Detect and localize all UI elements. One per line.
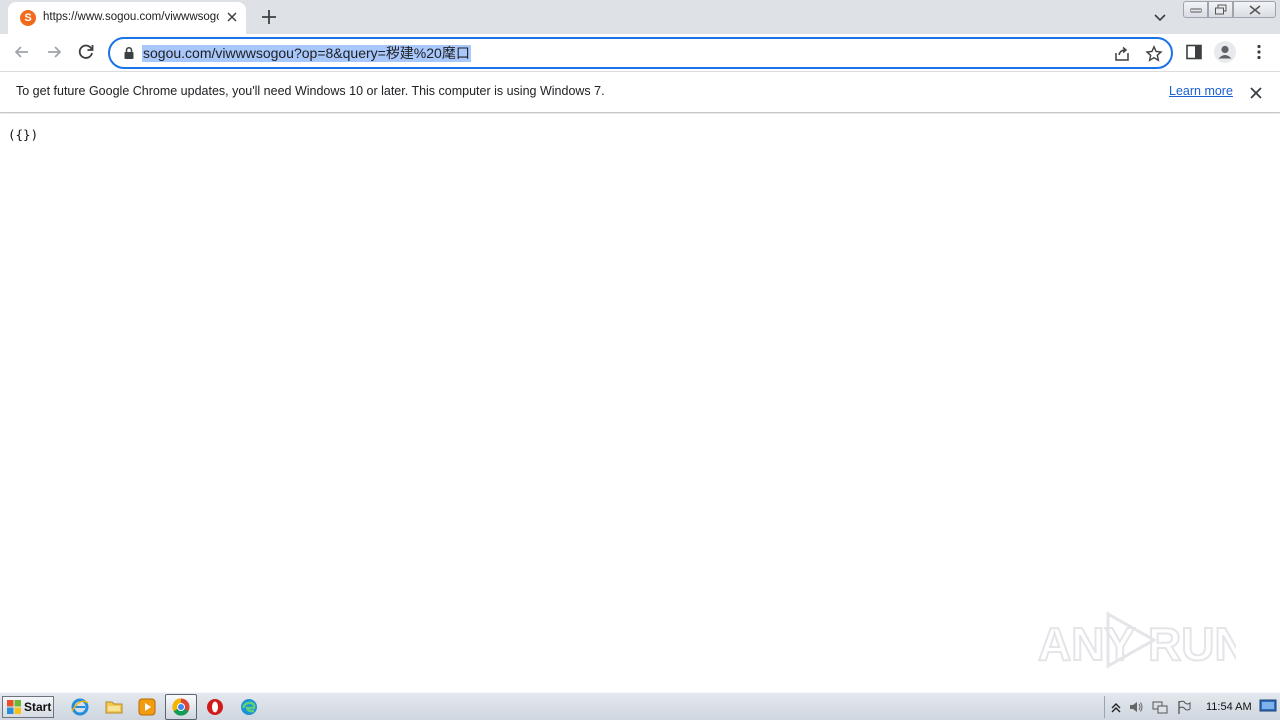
page-content: ({}) (0, 114, 1280, 692)
update-infobar: To get future Google Chrome updates, you… (0, 71, 1280, 113)
lock-icon[interactable] (122, 46, 136, 60)
browser-tab[interactable]: S https://www.sogou.com/viwwwsogou?op=8&… (8, 2, 246, 34)
bookmark-star-icon[interactable] (1145, 45, 1163, 63)
action-center-flag-icon[interactable] (1176, 699, 1192, 715)
edge-icon[interactable] (239, 697, 259, 717)
infobar-close-icon[interactable] (1248, 85, 1264, 101)
kebab-menu-icon[interactable] (1250, 43, 1268, 61)
show-desktop-monitor-icon[interactable] (1259, 698, 1277, 714)
close-icon (1249, 4, 1260, 15)
tab-search-chevron-down-icon[interactable] (1152, 9, 1168, 25)
restore-icon (1214, 4, 1226, 14)
file-explorer-folder-icon[interactable] (104, 697, 124, 717)
learn-more-link[interactable]: Learn more (1169, 84, 1233, 98)
sogou-favicon-icon: S (20, 10, 36, 26)
start-label: Start (24, 700, 52, 714)
anyrun-watermark-logo: ANY RUN (1037, 611, 1236, 671)
tab-strip: S https://www.sogou.com/viwwwsogou?op=8&… (0, 0, 1280, 34)
side-panel-icon[interactable] (1185, 43, 1203, 61)
new-tab-plus-icon[interactable] (258, 6, 280, 28)
windows-taskbar: Start 11:54 AM (0, 692, 1280, 720)
address-bar[interactable]: sogou.com/viwwwsogou?op=8&query=秽建%20麾口 (108, 37, 1173, 69)
response-body-text: ({}) (8, 127, 39, 142)
browser-toolbar: sogou.com/viwwwsogou?op=8&query=秽建%20麾口 (0, 34, 1280, 71)
network-icon[interactable] (1152, 699, 1168, 715)
watermark-text-left: ANY (1038, 618, 1135, 670)
start-button[interactable]: Start (2, 696, 54, 718)
internet-explorer-icon[interactable] (70, 697, 90, 717)
profile-person-icon (1218, 45, 1232, 59)
opera-icon[interactable] (205, 697, 225, 717)
profile-avatar[interactable] (1214, 41, 1236, 63)
watermark-text-right: RUN (1148, 618, 1236, 670)
back-arrow-icon[interactable] (12, 42, 32, 62)
minimize-icon (1190, 8, 1201, 12)
chrome-icon (172, 698, 190, 716)
share-icon[interactable] (1113, 45, 1131, 63)
taskbar-chrome-active[interactable] (165, 694, 197, 720)
infobar-message: To get future Google Chrome updates, you… (16, 84, 605, 98)
reload-icon[interactable] (76, 42, 96, 62)
url-text[interactable]: sogou.com/viwwwsogou?op=8&query=秽建%20麾口 (142, 45, 471, 62)
window-minimize-button[interactable] (1183, 1, 1208, 18)
volume-speaker-icon[interactable] (1128, 699, 1144, 715)
windows-logo-icon (7, 700, 21, 714)
window-restore-button[interactable] (1208, 1, 1233, 18)
forward-arrow-icon[interactable] (44, 42, 64, 62)
tab-title: https://www.sogou.com/viwwwsogou?op=8&qu… (43, 11, 219, 23)
window-close-button[interactable] (1233, 1, 1276, 18)
tray-separator (1104, 696, 1105, 718)
show-hidden-icons-chevron-up-icon[interactable] (1108, 699, 1124, 715)
media-player-icon[interactable] (137, 697, 157, 717)
system-clock[interactable]: 11:54 AM (1206, 701, 1252, 713)
tab-close-icon[interactable] (224, 9, 240, 25)
